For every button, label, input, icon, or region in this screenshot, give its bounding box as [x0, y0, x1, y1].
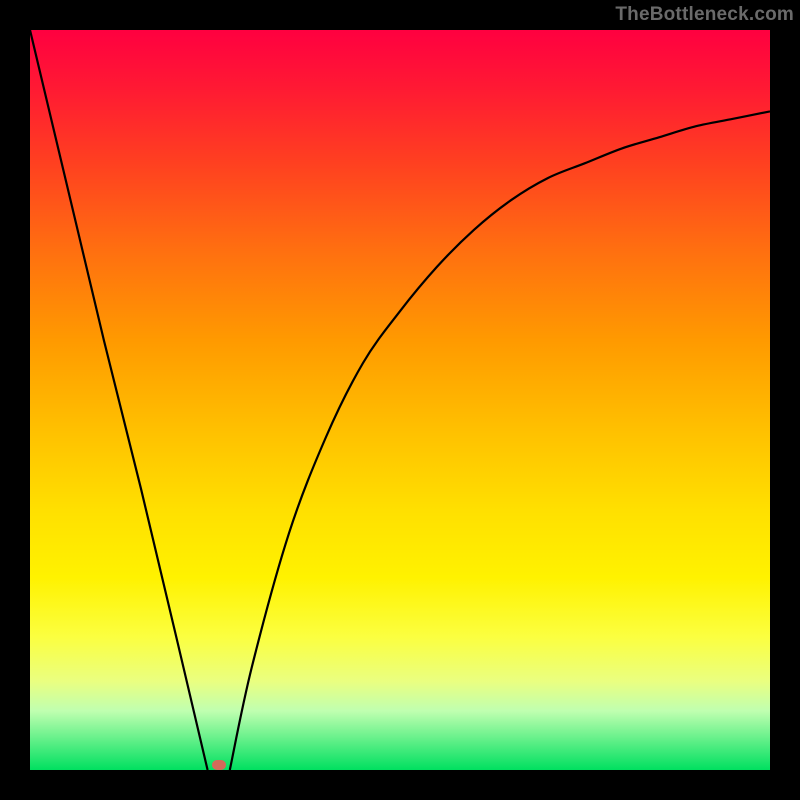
optimum-marker [212, 760, 226, 770]
plot-area [30, 30, 770, 770]
bottleneck-curve [30, 30, 770, 770]
chart-frame: TheBottleneck.com [0, 0, 800, 800]
credit-text: TheBottleneck.com [615, 4, 794, 26]
